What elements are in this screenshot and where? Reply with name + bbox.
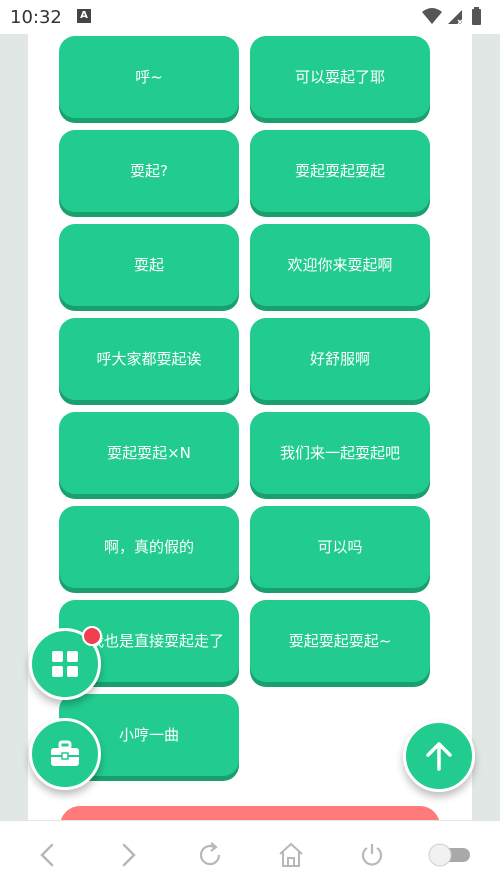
phrase-button[interactable]: 耍起耍起耍起: [250, 130, 430, 212]
status-bar: 10:32 A: [0, 0, 500, 34]
wifi-signal-battery-icon: [422, 7, 481, 25]
phrase-button[interactable]: 可以耍起了耶: [250, 36, 430, 118]
grid-icon: [52, 651, 78, 677]
toolbox-icon: [51, 740, 79, 766]
arrow-up-icon: [426, 742, 452, 771]
phrase-button[interactable]: 耍起?: [59, 130, 239, 212]
phrase-button[interactable]: 呼大家都耍起诶: [59, 318, 239, 400]
forward-icon: [122, 843, 136, 867]
phrase-button[interactable]: 耍起耍起×N: [59, 412, 239, 494]
status-icons: [420, 6, 490, 32]
toolbox-button[interactable]: [29, 718, 101, 790]
phrase-button[interactable]: 好舒服啊: [250, 318, 430, 400]
forward-button[interactable]: [108, 835, 148, 875]
content-page: 呼~ 可以耍起了耶 耍起? 耍起耍起耍起 耍起 欢迎你来耍起啊 呼大家都耍起诶 …: [28, 34, 472, 824]
notification-icon: A: [77, 9, 91, 23]
power-button[interactable]: [352, 835, 392, 875]
scroll-to-top-button[interactable]: [403, 720, 475, 792]
phrase-button[interactable]: 我们来一起耍起吧: [250, 412, 430, 494]
power-icon: [361, 844, 383, 866]
refresh-icon: [199, 842, 221, 866]
toggle-switch[interactable]: [425, 835, 475, 875]
phrase-button[interactable]: 可以吗: [250, 506, 430, 588]
phrase-button[interactable]: 欢迎你来耍起啊: [250, 224, 430, 306]
back-button[interactable]: [28, 835, 68, 875]
phrase-button[interactable]: 耍起耍起耍起~: [250, 600, 430, 682]
home-icon: [279, 842, 303, 867]
phrase-button[interactable]: 呼~: [59, 36, 239, 118]
phrase-button[interactable]: 啊，真的假的: [59, 506, 239, 588]
toggle-switch-icon: [428, 843, 470, 867]
refresh-button[interactable]: [190, 835, 230, 875]
notification-badge: [82, 626, 102, 646]
browser-nav-bar: [0, 820, 500, 889]
home-button[interactable]: [271, 835, 311, 875]
status-time: 10:32: [10, 7, 62, 28]
phrase-button[interactable]: 耍起: [59, 224, 239, 306]
back-icon: [40, 843, 54, 867]
